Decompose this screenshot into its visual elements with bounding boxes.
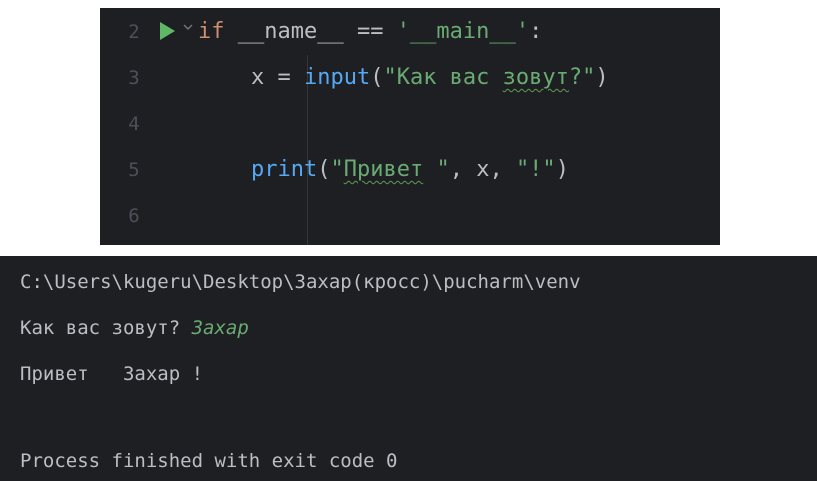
code-line[interactable]: 3 x = input("Как вас зовут ?")	[100, 54, 720, 101]
code-line[interactable]: 4	[100, 100, 720, 147]
code-editor[interactable]: 2 if __name__ == '__main__':3 x = input("…	[100, 8, 720, 245]
console-exit-message: Process finished with exit code 0	[20, 450, 398, 472]
line-number: 5	[128, 158, 140, 181]
code-line[interactable]: 6	[100, 192, 720, 239]
line-number: 2	[128, 20, 140, 43]
fold-chevron-icon[interactable]	[181, 20, 195, 34]
console-user-input: Захар	[191, 317, 249, 339]
code-token: ?"	[568, 65, 596, 90]
code-token: :	[529, 19, 543, 44]
code-line[interactable]: 2 if __name__ == '__main__':	[100, 8, 720, 55]
run-console[interactable]: C:\Users\kugeru\Desktop\Захар(кросс)\puc…	[0, 256, 817, 481]
code-token: "	[330, 157, 344, 182]
code-token: __name__ ==	[224, 19, 397, 44]
code-token: "	[423, 157, 450, 182]
code-token: "Как вас	[383, 65, 503, 90]
code-text[interactable]: if __name__ == '__main__':	[198, 19, 542, 44]
code-token: x =	[198, 65, 304, 90]
code-token: input	[303, 65, 371, 90]
code-token: , x,	[449, 157, 516, 182]
code-text[interactable]: x = input("Как вас зовут ?")	[198, 65, 609, 90]
console-input-line: Как вас зовут? Захар	[20, 310, 249, 346]
code-token: Привет	[343, 157, 424, 182]
console-greeting-output: Привет Захар !	[20, 363, 204, 385]
code-line[interactable]: 5 print(" Привет ", x, "!")	[100, 146, 720, 193]
code-token: зовут	[502, 65, 569, 90]
console-prompt: Как вас зовут?	[20, 317, 192, 339]
code-token: '__main__'	[396, 19, 530, 44]
code-token: )	[595, 65, 609, 90]
line-number: 6	[128, 204, 140, 227]
code-token: (	[370, 65, 384, 90]
run-triangle-icon[interactable]	[160, 22, 175, 40]
line-number: 4	[128, 112, 140, 135]
code-token: if	[198, 19, 225, 44]
code-text[interactable]: print(" Привет ", x, "!")	[198, 157, 569, 182]
code-token: "!"	[515, 157, 556, 182]
code-token: )	[555, 157, 569, 182]
code-token: (	[317, 157, 331, 182]
console-command-path: C:\Users\kugeru\Desktop\Захар(кросс)\puc…	[20, 271, 581, 293]
code-token: print	[250, 157, 318, 182]
line-number: 3	[128, 66, 140, 89]
